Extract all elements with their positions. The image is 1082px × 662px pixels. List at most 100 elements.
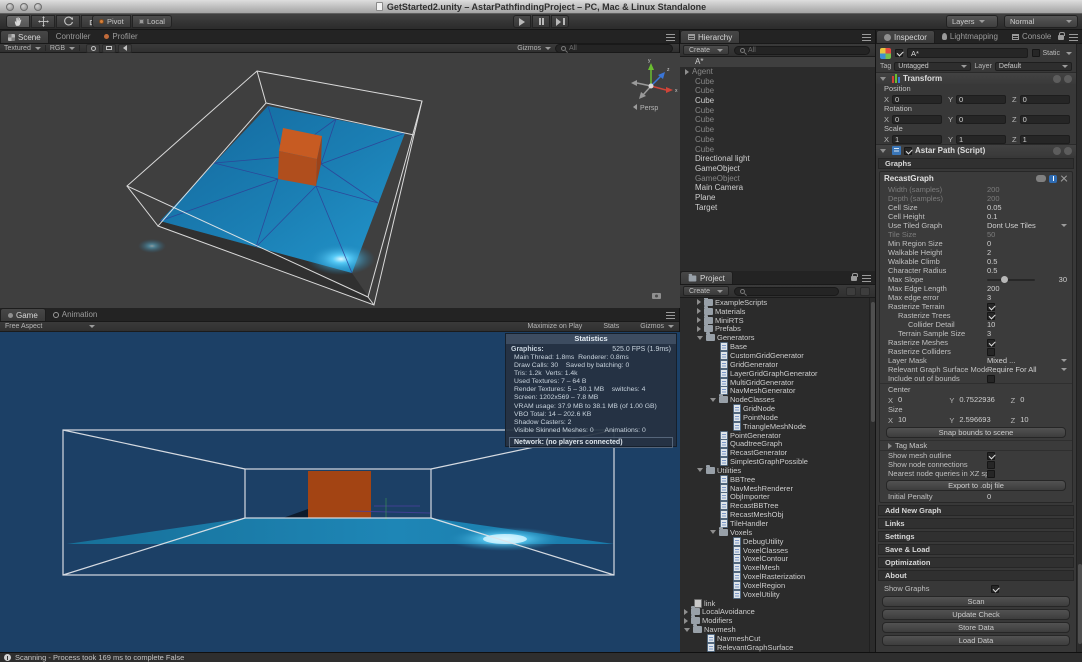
- section-header-settings[interactable]: Settings: [878, 531, 1074, 542]
- hierarchy-item[interactable]: Cube: [680, 115, 875, 125]
- graphs-section-header[interactable]: Graphs: [878, 158, 1074, 169]
- hierarchy-item[interactable]: Cube: [680, 96, 875, 106]
- tab-profiler[interactable]: Profiler: [97, 30, 144, 43]
- value-field[interactable]: 0.5: [987, 257, 997, 266]
- project-search-input[interactable]: [734, 287, 839, 296]
- value-field[interactable]: 200: [987, 194, 1000, 203]
- project-item[interactable]: RecastMeshObj: [680, 510, 875, 519]
- vector-field[interactable]: 10: [896, 416, 943, 425]
- project-item[interactable]: NavMeshGenerator: [680, 386, 875, 395]
- export-obj-button[interactable]: Export to .obj file: [886, 480, 1066, 491]
- button-update-check[interactable]: Update Check: [882, 609, 1070, 620]
- project-item[interactable]: RecastBBTree: [680, 501, 875, 510]
- checkbox[interactable]: [987, 339, 995, 347]
- hierarchy-item[interactable]: Cube: [680, 105, 875, 115]
- tab-console[interactable]: Console: [1005, 30, 1058, 43]
- button-store-data[interactable]: Store Data: [882, 622, 1070, 633]
- checkbox[interactable]: [987, 470, 995, 478]
- project-item[interactable]: GridNode: [680, 404, 875, 413]
- vector-field[interactable]: 0: [896, 396, 943, 405]
- lock-icon[interactable]: [851, 276, 857, 281]
- vector-field[interactable]: 0: [1020, 95, 1070, 104]
- panel-menu-icon[interactable]: [666, 312, 675, 319]
- dropdown-arrow-icon[interactable]: [1061, 368, 1067, 371]
- section-header-links[interactable]: Links: [878, 518, 1074, 529]
- hierarchy-item[interactable]: Cube: [680, 144, 875, 154]
- project-item[interactable]: NavMeshRenderer: [680, 484, 875, 493]
- label-filter-icon[interactable]: [860, 287, 870, 296]
- hand-tool-button[interactable]: [6, 15, 30, 28]
- delete-graph-icon[interactable]: [1060, 175, 1068, 183]
- panel-menu-icon[interactable]: [862, 34, 871, 41]
- project-item[interactable]: TileHandler: [680, 519, 875, 528]
- pause-button[interactable]: [532, 15, 550, 28]
- inspector-scrollbar[interactable]: [1076, 44, 1082, 652]
- step-button[interactable]: [551, 15, 569, 28]
- tab-lightmapping[interactable]: Lightmapping: [935, 30, 1005, 43]
- slider[interactable]: [987, 279, 1035, 281]
- rotate-tool-button[interactable]: [56, 15, 80, 28]
- project-item[interactable]: VoxelRasterization: [680, 572, 875, 581]
- hierarchy-item[interactable]: Cube: [680, 86, 875, 96]
- project-item[interactable]: Utilities: [680, 466, 875, 475]
- search-filter-icon[interactable]: [846, 287, 856, 296]
- project-item[interactable]: VoxelClasses: [680, 546, 875, 555]
- section-header-about[interactable]: About: [878, 570, 1074, 581]
- value-field[interactable]: 0.5: [987, 266, 997, 275]
- project-create-button[interactable]: Create: [683, 286, 729, 296]
- help-icon[interactable]: [1053, 75, 1061, 83]
- static-toggle[interactable]: Static: [1032, 49, 1072, 57]
- section-header-optimization[interactable]: Optimization: [878, 557, 1074, 568]
- value-field[interactable]: 0.1: [987, 212, 997, 221]
- tag-mask-foldout[interactable]: Tag Mask: [880, 440, 1072, 451]
- vector-field[interactable]: 0.7522936: [957, 396, 1004, 405]
- project-item[interactable]: VoxelUtility: [680, 590, 875, 599]
- hierarchy-item[interactable]: Target: [680, 202, 875, 212]
- pivot-toggle-button[interactable]: Pivot: [92, 15, 131, 28]
- checkbox[interactable]: [987, 303, 995, 311]
- value-field[interactable]: 0: [987, 492, 991, 501]
- checkbox[interactable]: [987, 348, 995, 356]
- value-field[interactable]: 3: [987, 329, 991, 338]
- move-tool-button[interactable]: [31, 15, 55, 28]
- shading-mode-dropdown[interactable]: Textured: [0, 45, 41, 52]
- dropdown-value[interactable]: Mixed ...: [987, 356, 1015, 365]
- vector-field[interactable]: 1: [956, 135, 1006, 144]
- button-load-data[interactable]: Load Data: [882, 635, 1070, 646]
- vector-field[interactable]: 0: [892, 95, 942, 104]
- checkbox[interactable]: [987, 375, 995, 383]
- hierarchy-create-button[interactable]: Create: [683, 45, 729, 55]
- vector-field[interactable]: 2.596693: [957, 416, 1004, 425]
- hierarchy-item[interactable]: Cube: [680, 76, 875, 86]
- hierarchy-item[interactable]: GameObject: [680, 164, 875, 174]
- foldout-arrow-icon[interactable]: [880, 77, 886, 81]
- project-item[interactable]: ObjImporter: [680, 493, 875, 502]
- maximize-on-play-button[interactable]: Maximize on Play: [527, 323, 582, 330]
- tab-animation[interactable]: Animation: [46, 308, 105, 321]
- project-item[interactable]: Materials: [680, 307, 875, 316]
- scrollbar-thumb[interactable]: [871, 302, 875, 422]
- vector-field[interactable]: 0: [1018, 396, 1066, 405]
- project-item[interactable]: NodeClasses: [680, 395, 875, 404]
- transform-component-header[interactable]: Transform: [876, 72, 1076, 84]
- project-item[interactable]: Base: [680, 342, 875, 351]
- tab-project[interactable]: Project: [680, 271, 733, 284]
- button-scan[interactable]: Scan: [882, 596, 1070, 607]
- recastgraph-header[interactable]: RecastGraph: [880, 172, 1072, 185]
- tab-controller[interactable]: Controller: [49, 30, 98, 43]
- project-item[interactable]: TriangleMeshNode: [680, 422, 875, 431]
- tab-scene[interactable]: Scene: [0, 30, 49, 43]
- dropdown-arrow-icon[interactable]: [1061, 359, 1067, 362]
- hierarchy-search-input[interactable]: All: [734, 46, 870, 55]
- project-item[interactable]: QuadtreeGraph: [680, 440, 875, 449]
- show-graphs-checkbox[interactable]: [991, 585, 999, 593]
- hierarchy-item[interactable]: Cube: [680, 135, 875, 145]
- project-item[interactable]: LayerGridGraphGenerator: [680, 369, 875, 378]
- project-item[interactable]: Modifiers: [680, 616, 875, 625]
- static-checkbox[interactable]: [1032, 49, 1040, 57]
- value-field[interactable]: 3: [987, 293, 991, 302]
- play-button[interactable]: [513, 15, 531, 28]
- value-field[interactable]: 200: [987, 185, 1000, 194]
- value-field[interactable]: 50: [987, 230, 995, 239]
- slider-thumb[interactable]: [1001, 276, 1008, 283]
